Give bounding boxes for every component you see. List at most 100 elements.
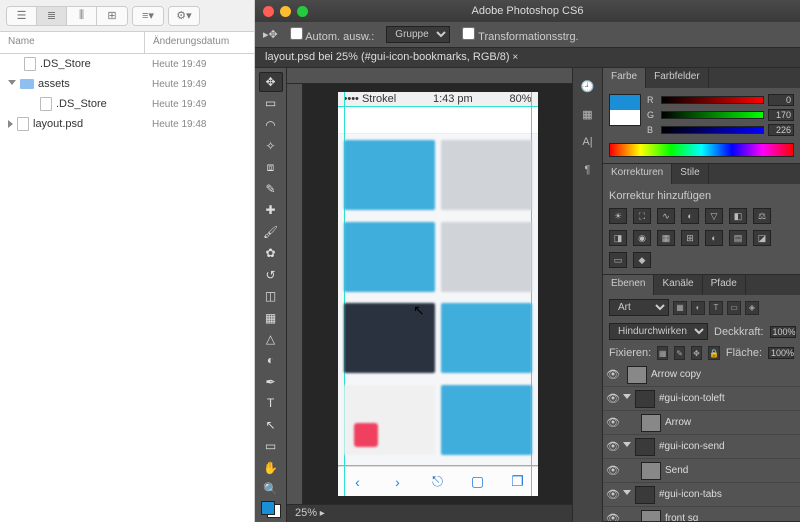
tab-stile[interactable]: Stile	[672, 164, 708, 184]
invert-icon[interactable]: ◐	[705, 230, 723, 246]
ruler-horizontal[interactable]	[287, 68, 572, 84]
hand-tool[interactable]: ✋	[259, 458, 283, 477]
move-tool-icon[interactable]: ▸✥	[263, 28, 278, 41]
balance-icon[interactable]: ⚖	[753, 208, 771, 224]
eraser-tool[interactable]: ◫	[259, 286, 283, 305]
mixer-icon[interactable]: ▦	[657, 230, 675, 246]
filter-adj-icon[interactable]: ◐	[691, 301, 705, 315]
g-value[interactable]: 170	[768, 109, 794, 121]
list-item[interactable]: assets Heute 19:49	[0, 74, 254, 94]
shape-tool[interactable]: ▭	[259, 436, 283, 455]
b-value[interactable]: 226	[768, 124, 794, 136]
character-panel-icon[interactable]: A|	[578, 132, 598, 152]
g-slider[interactable]	[661, 111, 764, 119]
canvas[interactable]: •••• Strokel 1:43 pm 80% ‹	[303, 84, 572, 504]
crop-tool[interactable]: ⧈	[259, 158, 283, 177]
view-list-btn[interactable]: ≣	[37, 7, 67, 25]
view-gallery-btn[interactable]: ⊞	[97, 7, 127, 25]
pen-tool[interactable]: ✒	[259, 372, 283, 391]
b-slider[interactable]	[661, 126, 764, 134]
curves-icon[interactable]: ∿	[657, 208, 675, 224]
filter-smart-icon[interactable]: ◈	[745, 301, 759, 315]
opacity-value[interactable]: 100%	[770, 326, 796, 338]
layer-row[interactable]: 👁Arrow	[603, 411, 800, 435]
move-tool[interactable]: ✥	[259, 72, 283, 92]
disclosure-icon[interactable]	[8, 80, 16, 89]
lock-trans-icon[interactable]: ▦	[657, 346, 668, 360]
wand-tool[interactable]: ✧	[259, 137, 283, 156]
lock-pixel-icon[interactable]: ✎	[674, 346, 685, 360]
tab-pfade[interactable]: Pfade	[703, 275, 746, 295]
gradient-tool[interactable]: ▦	[259, 308, 283, 327]
selective-icon[interactable]: ◆	[633, 252, 651, 268]
zoom-btn[interactable]	[297, 6, 308, 17]
history-panel-icon[interactable]: 🕘	[578, 76, 598, 96]
col-name[interactable]: Name	[0, 32, 144, 53]
eyedropper-tool[interactable]: ✎	[259, 179, 283, 198]
r-value[interactable]: 0	[768, 94, 794, 106]
path-tool[interactable]: ↖	[259, 415, 283, 434]
bw-icon[interactable]: ◨	[609, 230, 627, 246]
layer-row[interactable]: 👁front sq	[603, 507, 800, 521]
dodge-tool[interactable]: ◐	[259, 351, 283, 370]
transform-checkbox[interactable]: Transformationsstrg.	[462, 27, 578, 43]
zoom-tool[interactable]: 🔍	[259, 479, 283, 498]
lookup-icon[interactable]: ⊞	[681, 230, 699, 246]
arrange-btn[interactable]: ≡▾	[133, 7, 163, 25]
levels-icon[interactable]: ⛶	[633, 208, 651, 224]
tab-korrekturen[interactable]: Korrekturen	[603, 164, 672, 184]
layer-row[interactable]: 👁#gui-icon-send	[603, 435, 800, 459]
brightness-icon[interactable]: ☀	[609, 208, 627, 224]
type-tool[interactable]: T	[259, 394, 283, 413]
brush-tool[interactable]: 🖌	[259, 222, 283, 241]
tab-farbfelder[interactable]: Farbfelder	[646, 68, 709, 88]
zoom-status[interactable]: 25% ▸	[287, 504, 572, 522]
r-slider[interactable]	[661, 96, 764, 104]
vibrance-icon[interactable]: ▽	[705, 208, 723, 224]
filter-pixel-icon[interactable]: ▦	[673, 301, 687, 315]
layer-row[interactable]: 👁#gui-icon-toleft	[603, 387, 800, 411]
lock-pos-icon[interactable]: ✥	[691, 346, 702, 360]
exposure-icon[interactable]: ◐	[681, 208, 699, 224]
fill-value[interactable]: 100%	[768, 347, 794, 359]
visibility-icon[interactable]: 👁	[603, 416, 623, 429]
auto-select-checkbox[interactable]: Autom. ausw.:	[290, 27, 375, 43]
filter-shape-icon[interactable]: ▭	[727, 301, 741, 315]
minimize-btn[interactable]	[280, 6, 291, 17]
layer-row[interactable]: 👁Arrow copy	[603, 363, 800, 387]
lasso-tool[interactable]: ◠	[259, 115, 283, 134]
fg-bg-swatch[interactable]	[609, 94, 641, 126]
list-item[interactable]: .DS_Store Heute 19:49	[0, 54, 254, 74]
view-icons-btn[interactable]: ☰	[7, 7, 37, 25]
heal-tool[interactable]: ✚	[259, 201, 283, 220]
tab-farbe[interactable]: Farbe	[603, 68, 646, 88]
ruler-vertical[interactable]	[287, 84, 303, 504]
auto-select-kind[interactable]: Gruppe	[386, 26, 450, 43]
disclosure-icon[interactable]	[8, 120, 13, 128]
visibility-icon[interactable]: 👁	[603, 440, 623, 453]
history-brush-tool[interactable]: ↺	[259, 265, 283, 284]
close-btn[interactable]	[263, 6, 274, 17]
visibility-icon[interactable]: 👁	[603, 512, 623, 521]
marquee-tool[interactable]: ▭	[259, 94, 283, 113]
filter-kind[interactable]: Art	[609, 299, 669, 316]
visibility-icon[interactable]: 👁	[603, 488, 623, 501]
lock-all-icon[interactable]: 🔒	[708, 346, 720, 360]
gradient-map-icon[interactable]: ▭	[609, 252, 627, 268]
action-btn[interactable]: ⚙▾	[169, 7, 199, 25]
document-tab[interactable]: layout.psd bei 25% (#gui-icon-bookmarks,…	[255, 48, 800, 68]
col-date[interactable]: Änderungsdatum	[144, 32, 254, 53]
photo-filter-icon[interactable]: ◉	[633, 230, 651, 246]
threshold-icon[interactable]: ◪	[753, 230, 771, 246]
swatches-panel-icon[interactable]: ▦	[578, 104, 598, 124]
visibility-icon[interactable]: 👁	[603, 392, 623, 405]
list-item[interactable]: layout.psd Heute 19:48	[0, 114, 254, 134]
tab-kanaele[interactable]: Kanäle	[654, 275, 702, 295]
list-item[interactable]: .DS_Store Heute 19:49	[0, 94, 254, 114]
paragraph-panel-icon[interactable]: ¶	[578, 160, 598, 180]
visibility-icon[interactable]: 👁	[603, 464, 623, 477]
hue-icon[interactable]: ◧	[729, 208, 747, 224]
tab-ebenen[interactable]: Ebenen	[603, 275, 654, 295]
blur-tool[interactable]: △	[259, 329, 283, 348]
filter-type-icon[interactable]: T	[709, 301, 723, 315]
